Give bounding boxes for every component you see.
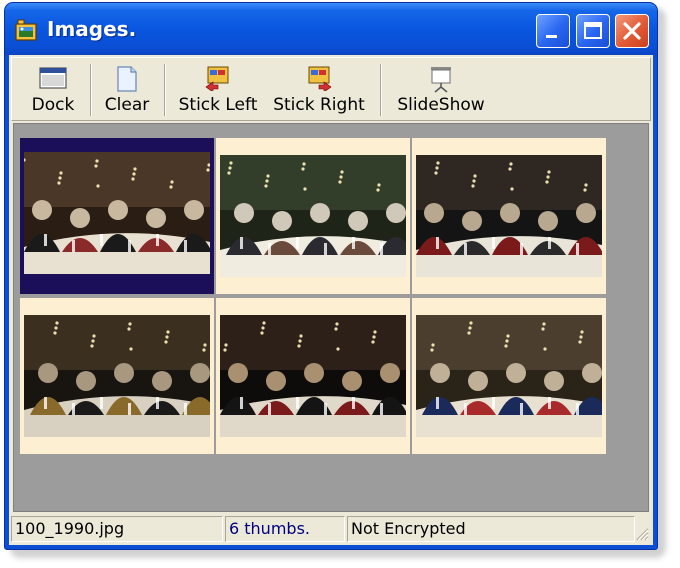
- images-window: Images. Dock Clear Stick Left Stick Righ…: [4, 2, 658, 550]
- thumbnail-grid: [13, 123, 649, 512]
- window-title: Images.: [47, 17, 137, 41]
- thumbnail-photo: [416, 155, 602, 277]
- stick-right-button[interactable]: Stick Right: [268, 62, 370, 118]
- dock-window-icon: [38, 65, 68, 95]
- blank-page-icon: [115, 65, 139, 97]
- thumbnail-3[interactable]: [412, 138, 606, 294]
- projector-screen-icon: [428, 65, 454, 97]
- thumbnail-photo: [220, 315, 406, 437]
- dock-label: Dock: [31, 95, 75, 115]
- thumbnail-photo: [24, 315, 210, 437]
- thumbnail-4[interactable]: [20, 298, 214, 454]
- stick-right-icon: [305, 65, 333, 95]
- toolbar-separator: [164, 64, 166, 116]
- toolbar: Dock Clear Stick Left Stick Right SlideS…: [11, 57, 651, 121]
- clear-button[interactable]: Clear: [96, 62, 158, 118]
- thumbnail-2[interactable]: [216, 138, 410, 294]
- status-filename: 100_1990.jpg: [11, 516, 223, 542]
- thumbnail-photo: [416, 315, 602, 437]
- status-thumb-count: 6 thumbs.: [225, 516, 345, 542]
- thumbnail-6[interactable]: [412, 298, 606, 454]
- stick-left-label: Stick Left: [178, 95, 258, 115]
- thumbnail-5[interactable]: [216, 298, 410, 454]
- maximize-icon: [584, 22, 602, 39]
- thumbnail-photo: [24, 152, 210, 274]
- toolbar-separator: [90, 64, 92, 116]
- close-icon: [623, 22, 641, 40]
- title-bar[interactable]: Images.: [5, 3, 657, 55]
- resize-grip-icon[interactable]: [635, 527, 649, 541]
- minimize-icon: [546, 35, 557, 38]
- status-bar: 100_1990.jpg 6 thumbs. Not Encrypted: [11, 514, 651, 543]
- minimize-button[interactable]: [536, 14, 570, 48]
- clear-label: Clear: [104, 95, 150, 115]
- stick-right-label: Stick Right: [273, 95, 365, 115]
- dock-button[interactable]: Dock: [20, 62, 86, 118]
- thumbnail-photo: [220, 155, 406, 277]
- slideshow-button[interactable]: SlideShow: [386, 62, 496, 118]
- maximize-button[interactable]: [576, 14, 610, 48]
- toolbar-separator: [380, 64, 382, 116]
- slideshow-label: SlideShow: [397, 95, 485, 115]
- thumbnail-1[interactable]: [20, 138, 214, 294]
- stick-left-button[interactable]: Stick Left: [172, 62, 264, 118]
- status-encryption: Not Encrypted: [347, 516, 635, 542]
- app-icon: [14, 18, 40, 42]
- stick-left-icon: [204, 65, 232, 95]
- client-area: Dock Clear Stick Left Stick Right SlideS…: [9, 55, 653, 545]
- close-button[interactable]: [615, 14, 649, 48]
